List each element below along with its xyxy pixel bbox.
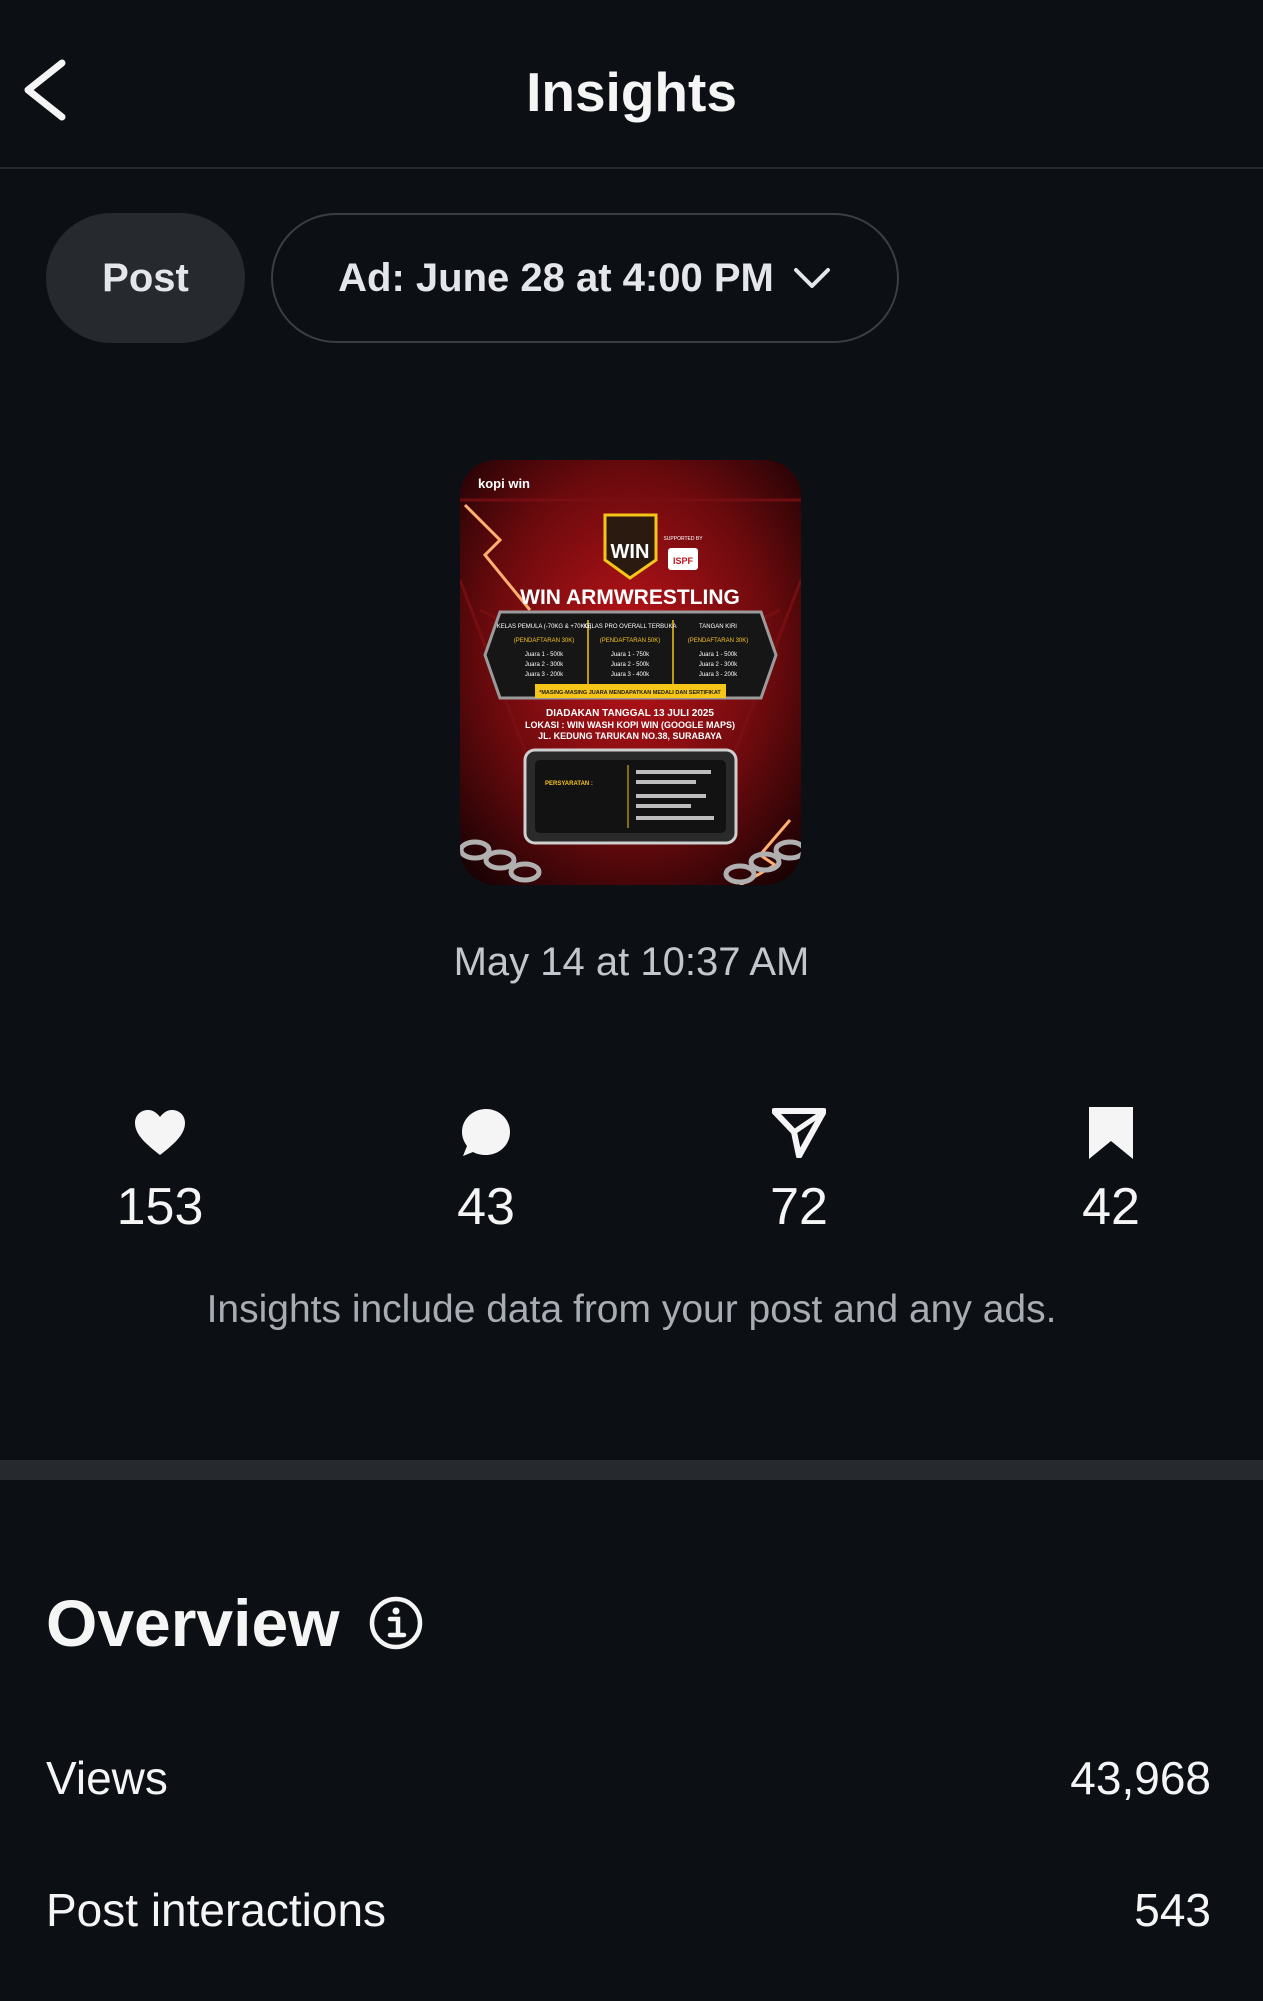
header-bar: Insights [0, 0, 1263, 169]
post-interactions-label: Post interactions [46, 1884, 387, 1936]
post-date: May 14 at 10:37 AM [453, 940, 810, 984]
likes-count: 153 [116, 1178, 204, 1236]
section-divider [0, 1460, 1263, 1480]
overview-title: Overview [46, 1586, 340, 1660]
col1-fee: (PENDAFTARAN 30K) [514, 638, 575, 644]
poster-date-line: DIADAKAN TANGGAL 13 JULI 2025 [546, 708, 714, 719]
post-filter-chip[interactable]: Post [46, 213, 245, 343]
post-filter-label: Post [102, 255, 189, 300]
poster-banner: *MASING-MASING JUARA MENDAPATKAN MEDALI … [539, 690, 721, 696]
col2-prize1: Juara 1 - 750k [611, 652, 650, 658]
col2-title: KELAS PRO OVERALL TERBUKA [583, 624, 676, 630]
ad-dropdown-label: Ad: June 28 at 4:00 PM [338, 255, 774, 300]
views-label: Views [46, 1752, 168, 1804]
col3-fee: (PENDAFTARAN 30K) [688, 638, 749, 644]
post-interactions-value: 543 [1134, 1884, 1211, 1936]
col2-fee: (PENDAFTARAN 50K) [600, 638, 661, 644]
svg-text:ISPF: ISPF [673, 556, 694, 566]
heart-icon [135, 1110, 185, 1155]
info-icon[interactable] [368, 1595, 424, 1651]
poster-headline: WIN ARMWRESTLING [520, 586, 740, 609]
col3-title: TANGAN KIRI [699, 624, 737, 630]
svg-text:WIN: WIN [611, 541, 650, 563]
chevron-down-icon [793, 268, 830, 288]
bookmark-icon [1089, 1107, 1133, 1159]
poster-brand: kopi win [478, 476, 530, 491]
col1-prize3: Juara 3 - 200k [525, 672, 564, 678]
likes-stat: 153 [60, 1103, 260, 1237]
share-icon [772, 1108, 826, 1158]
comments-count: 43 [457, 1178, 515, 1236]
supported-by-label: SUPPORTED BY [663, 536, 703, 542]
poster-location-line: LOKASI : WIN WASH KOPI WIN (GOOGLE MAPS) [525, 720, 735, 730]
post-thumbnail[interactable]: kopi win WIN ISPF SUPPORTED BY WIN ARMWR… [460, 460, 801, 885]
poster-address-line: JL. KEDUNG TARUKAN NO.38, SURABAYA [538, 731, 722, 741]
ad-dropdown[interactable]: Ad: June 28 at 4:00 PM [271, 213, 899, 343]
views-value: 43,968 [1070, 1752, 1211, 1804]
saves-count: 42 [1082, 1178, 1140, 1236]
col1-prize2: Juara 2 - 300k [525, 662, 564, 668]
overview-heading: Overview [46, 1585, 424, 1661]
col1-prize1: Juara 1 - 500k [525, 652, 564, 658]
views-row[interactable]: Views 43,968 [46, 1748, 1211, 1808]
insights-note: Insights include data from your post and… [206, 1288, 1057, 1331]
comments-stat: 43 [386, 1103, 586, 1237]
col3-prize1: Juara 1 - 500k [699, 652, 738, 658]
comment-icon [462, 1109, 510, 1156]
saves-stat: 42 [1011, 1103, 1211, 1237]
ispf-logo-icon: ISPF [668, 548, 698, 570]
col2-prize3: Juara 3 - 400k [611, 672, 650, 678]
col1-title: KELAS PEMULA (-70KG & +70KG) [497, 624, 592, 630]
poster-requirements: PERSYARATAN : [545, 781, 593, 787]
col2-prize2: Juara 2 - 500k [611, 662, 650, 668]
col3-prize3: Juara 3 - 200k [699, 672, 738, 678]
col3-prize2: Juara 2 - 300k [699, 662, 738, 668]
shares-stat: 72 [699, 1103, 899, 1237]
post-interactions-row[interactable]: Post interactions 543 [46, 1880, 1211, 1940]
shares-count: 72 [770, 1178, 828, 1236]
page-title: Insights [526, 61, 737, 123]
